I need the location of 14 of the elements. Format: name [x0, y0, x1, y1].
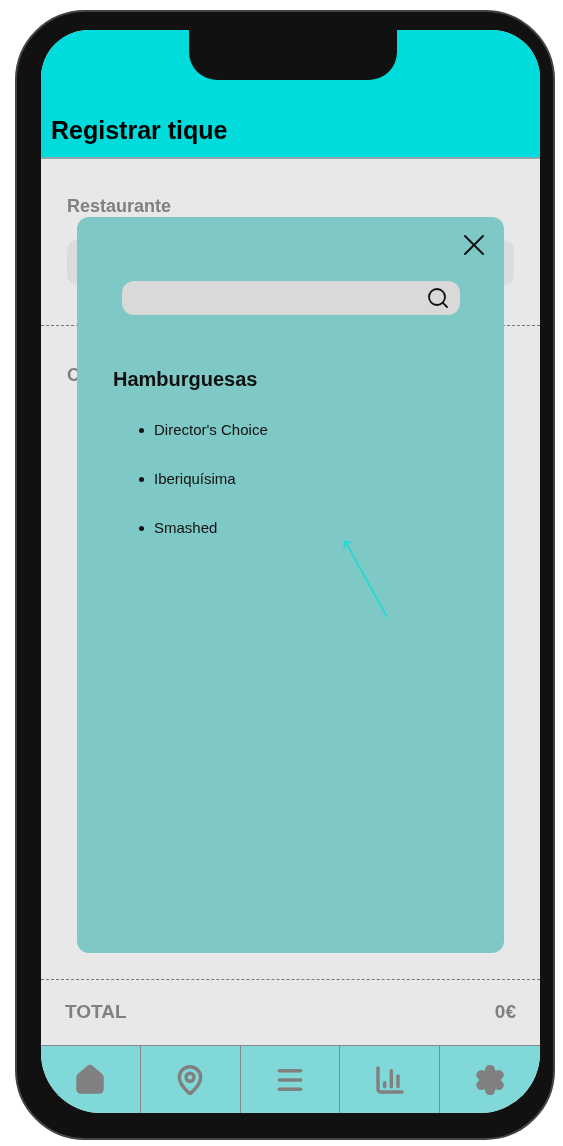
arrow-icon	[342, 538, 390, 620]
search-icon	[426, 286, 450, 310]
menu-item[interactable]: Iberiquísima	[154, 468, 236, 491]
page-title: Registrar tique	[51, 114, 228, 146]
bullet-icon	[139, 526, 144, 531]
bullet-icon	[139, 477, 144, 482]
total-label: TOTAL	[65, 1000, 127, 1025]
bullet-icon	[139, 428, 144, 433]
total-value: 0€	[494, 1000, 516, 1025]
field-label: Restaurante	[67, 195, 173, 218]
search-field[interactable]	[122, 281, 460, 315]
menu-item[interactable]: Director's Choice	[154, 419, 268, 442]
menu-item[interactable]: Smashed	[154, 517, 218, 540]
category-heading: Hamburguesas	[113, 367, 259, 392]
